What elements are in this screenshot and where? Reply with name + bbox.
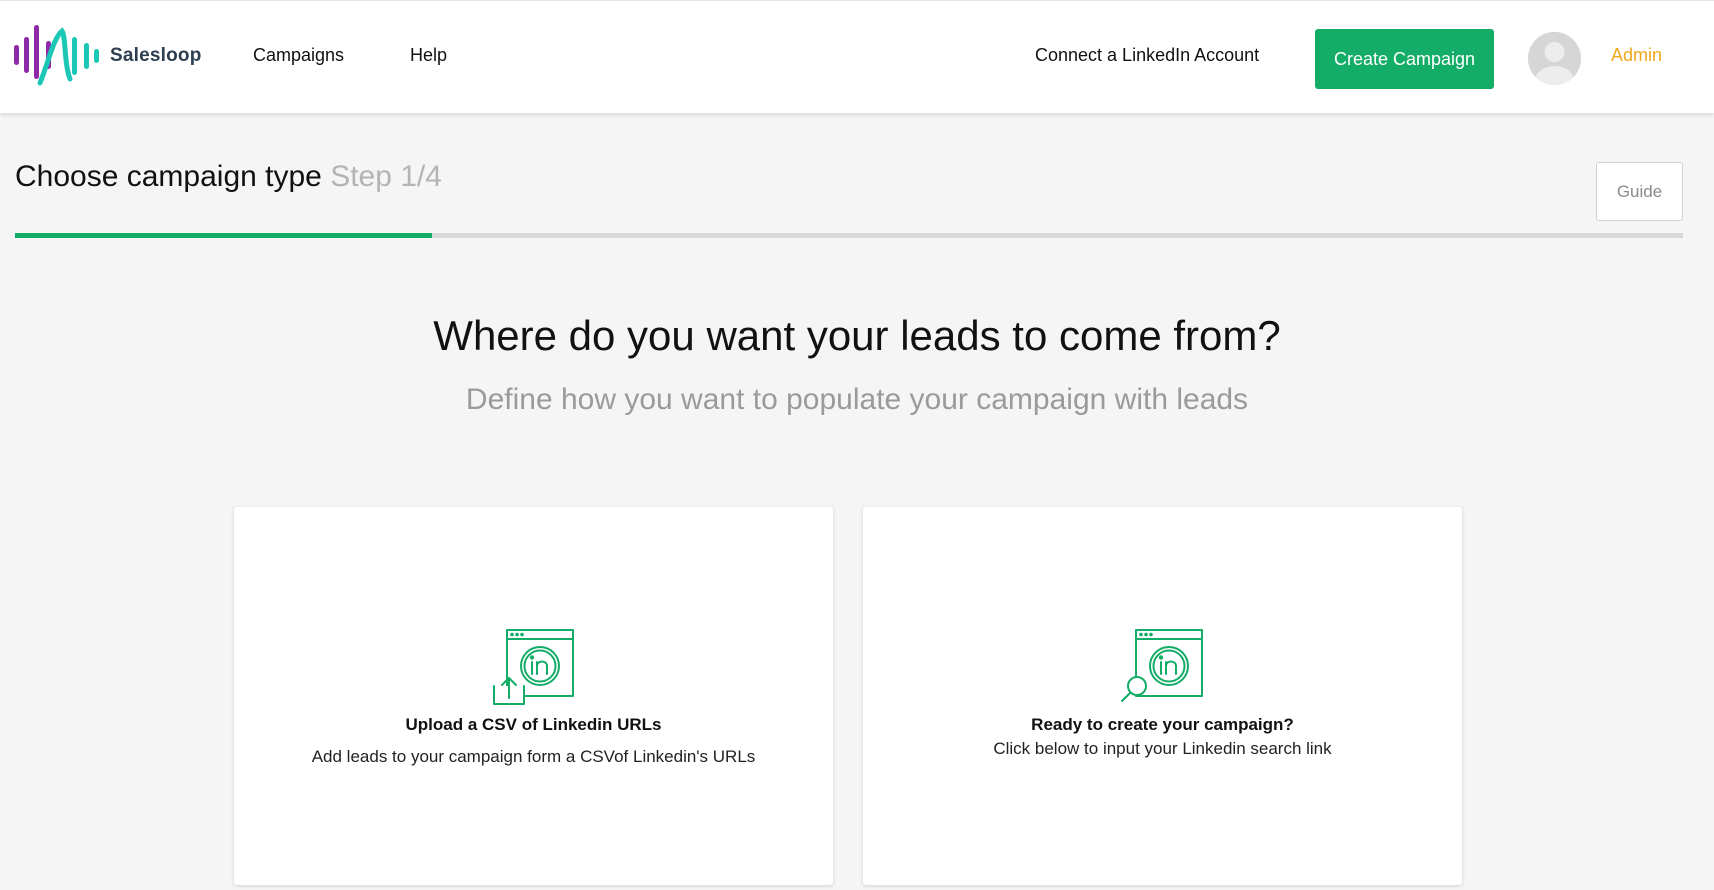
card-title: Upload a CSV of Linkedin URLs bbox=[405, 715, 662, 734]
card-description: Click below to input your Linkedin searc… bbox=[993, 739, 1332, 758]
step-counter: Step 1/4 bbox=[330, 160, 442, 193]
create-campaign-button[interactable]: Create Campaign bbox=[1315, 29, 1494, 89]
salesloop-logo[interactable]: Salesloop bbox=[14, 23, 202, 89]
brand-name: Salesloop bbox=[110, 45, 202, 66]
salesloop-logo-icon bbox=[14, 25, 99, 86]
card-title: Ready to create your campaign? bbox=[1031, 715, 1294, 734]
user-name-menu[interactable]: Admin bbox=[1611, 45, 1662, 66]
card-description: Add leads to your campaign form a CSVof … bbox=[311, 747, 756, 766]
linkedin-search-icon bbox=[1120, 628, 1205, 711]
linkedin-upload-icon bbox=[492, 628, 576, 711]
nav-campaigns-link[interactable]: Campaigns bbox=[253, 45, 344, 66]
main-subheadline: Define how you want to populate your cam… bbox=[465, 383, 1249, 416]
page-title: Choose campaign type bbox=[15, 160, 322, 193]
guide-button[interactable]: Guide bbox=[1596, 162, 1683, 221]
linkedin-search-card[interactable]: Ready to create your campaign? Click bel… bbox=[863, 507, 1462, 885]
main-headline: Where do you want your leads to come fro… bbox=[433, 312, 1281, 359]
avatar[interactable] bbox=[1528, 32, 1581, 85]
top-navigation-bar: Salesloop Campaigns Help Connect a Linke… bbox=[0, 0, 1714, 113]
progress-bar bbox=[15, 233, 1683, 238]
progress-bar-fill bbox=[15, 233, 432, 238]
step-heading: Choose campaign type Step 1/4 bbox=[15, 160, 442, 194]
user-avatar-icon bbox=[1528, 32, 1581, 85]
upload-csv-card[interactable]: Upload a CSV of Linkedin URLs Add leads … bbox=[234, 507, 833, 885]
connect-linkedin-link[interactable]: Connect a LinkedIn Account bbox=[1035, 45, 1259, 66]
nav-help-link[interactable]: Help bbox=[410, 45, 447, 66]
